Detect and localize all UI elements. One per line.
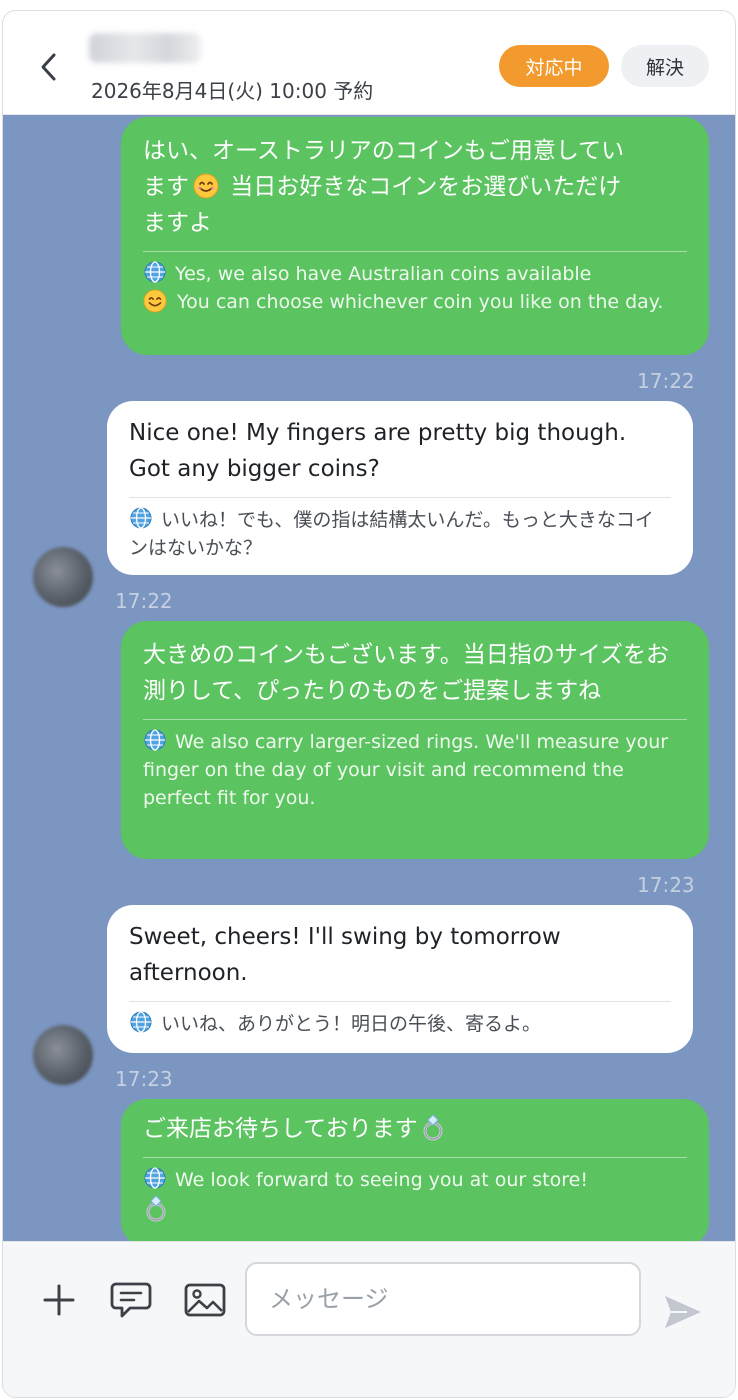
chat-header: 2026年8月4日(火) 10:00 予約 対応中 解決 — [3, 11, 735, 115]
globe-icon — [144, 1167, 166, 1189]
image-icon — [184, 1283, 226, 1317]
ring-emoji-icon — [146, 1195, 166, 1222]
send-button[interactable] — [661, 1290, 705, 1334]
message-text-part: ご来店お待ちしております — [143, 1116, 418, 1142]
message-text-line: はい、オーストラリアのコインもご用意してい — [143, 138, 625, 164]
translation-text-part: Yes, we also have Australian coins avail… — [175, 263, 592, 285]
avatar[interactable] — [33, 547, 93, 607]
template-message-button[interactable] — [109, 1278, 153, 1322]
chat-window: 2026年8月4日(火) 10:00 予約 対応中 解決 はい、オーストラリアの… — [2, 10, 736, 1398]
translation-divider — [143, 1157, 687, 1158]
attach-image-button[interactable] — [183, 1278, 227, 1322]
message-text: ご来店お待ちしております — [143, 1111, 687, 1147]
resolve-button[interactable]: 解決 — [621, 45, 709, 87]
translation-divider — [129, 1001, 671, 1002]
message-input[interactable] — [245, 1262, 641, 1336]
translation-divider — [129, 497, 671, 498]
translation-text: We look forward to seeing you at our sto… — [143, 1166, 687, 1225]
send-icon — [665, 1296, 701, 1328]
translation-text: We also carry larger-sized rings. We'll … — [143, 728, 687, 812]
message-timestamp: 17:22 — [637, 369, 695, 393]
globe-icon — [144, 729, 166, 751]
reservation-datetime: 2026年8月4日(火) 10:00 予約 — [91, 79, 374, 103]
translation-text-part: いいね、ありがとう！明日の午後、寄るよ。 — [161, 1013, 542, 1035]
message-timestamp: 17:23 — [115, 1067, 173, 1091]
composer-bar — [3, 1241, 735, 1397]
message-timestamp: 17:22 — [115, 589, 173, 613]
message-text-part: 当日お好きなコインをお選びいただけ — [223, 174, 622, 200]
message-text-part: ます — [143, 174, 189, 200]
chat-bubble-icon — [110, 1282, 152, 1318]
plus-icon — [43, 1284, 75, 1316]
message-list[interactable]: はい、オーストラリアのコインもご用意してい ます 当日お好きなコインをお選びいた… — [3, 115, 735, 1241]
message-text: はい、オーストラリアのコインもご用意してい ます 当日お好きなコインをお選びいた… — [143, 133, 687, 241]
message-text-part: ますよ — [143, 210, 212, 236]
translation-text-part: We also carry larger-sized rings. We'll … — [143, 731, 669, 809]
add-attachment-button[interactable] — [37, 1278, 81, 1322]
translation-text-part: We look forward to seeing you at our sto… — [175, 1169, 588, 1191]
avatar[interactable] — [33, 1025, 93, 1085]
translation-text-part: You can choose whichever coin you like o… — [171, 291, 664, 313]
globe-icon — [130, 507, 152, 529]
message-bubble-outgoing: ご来店お待ちしております We look forward to seeing y… — [121, 1099, 709, 1241]
smile-emoji-icon — [193, 173, 219, 199]
globe-icon — [130, 1011, 152, 1033]
chevron-left-icon — [41, 53, 56, 81]
status-in-progress-button[interactable]: 対応中 — [499, 45, 609, 87]
message-text: Nice one! My fingers are pretty big thou… — [129, 420, 627, 482]
message-text: Sweet, cheers! I'll swing by tomorrow af… — [129, 924, 561, 986]
globe-icon — [144, 261, 166, 283]
translation-text: いいね、ありがとう！明日の午後、寄るよ。 — [129, 1010, 671, 1038]
back-button[interactable] — [31, 47, 67, 87]
contact-name-redacted — [89, 33, 201, 63]
translation-text: Yes, we also have Australian coins avail… — [143, 260, 687, 316]
message-bubble-outgoing: 大きめのコインもございます。当日指のサイズをお測りして、ぴったりのものをご提案し… — [121, 621, 709, 859]
translation-divider — [143, 251, 687, 252]
translation-text-part: いいね！でも、僕の指は結構太いんだ。もっと大きなコインはないかな？ — [129, 509, 654, 559]
translation-text: いいね！でも、僕の指は結構太いんだ。もっと大きなコインはないかな？ — [129, 506, 671, 562]
message-text: 大きめのコインもございます。当日指のサイズをお測りして、ぴったりのものをご提案し… — [143, 642, 670, 704]
message-bubble-outgoing: はい、オーストラリアのコインもご用意してい ます 当日お好きなコインをお選びいた… — [121, 117, 709, 355]
message-bubble-incoming: Sweet, cheers! I'll swing by tomorrow af… — [107, 905, 693, 1053]
smile-emoji-icon — [143, 289, 167, 313]
ring-emoji-icon — [423, 1114, 443, 1141]
message-timestamp: 17:23 — [637, 873, 695, 897]
translation-divider — [143, 719, 687, 720]
message-bubble-incoming: Nice one! My fingers are pretty big thou… — [107, 401, 693, 575]
